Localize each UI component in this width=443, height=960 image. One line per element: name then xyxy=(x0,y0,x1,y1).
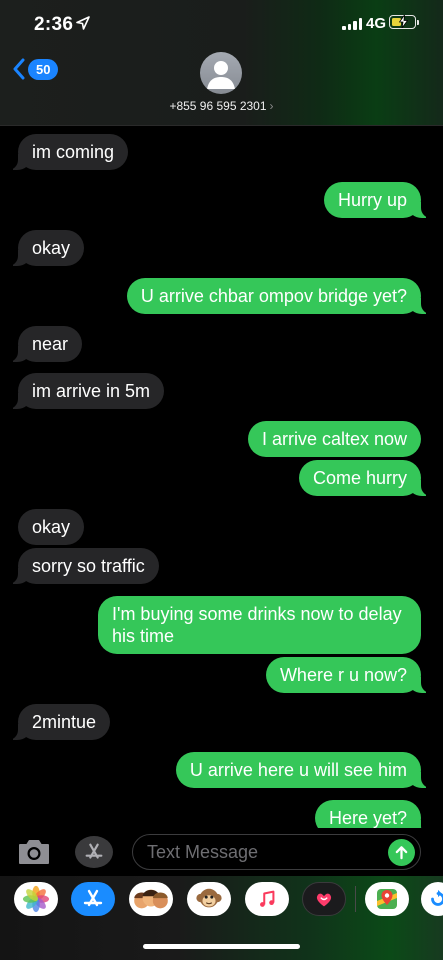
person-icon xyxy=(207,61,235,89)
location-arrow-icon xyxy=(76,16,90,30)
sent-message[interactable]: U arrive here u will see him xyxy=(175,752,432,788)
drawer-divider xyxy=(355,886,356,912)
received-message[interactable]: im arrive in 5m xyxy=(7,373,165,409)
app-store-icon xyxy=(83,889,103,907)
composer-bar xyxy=(0,828,443,876)
back-button[interactable]: 50 xyxy=(12,58,59,80)
camera-icon[interactable] xyxy=(17,838,51,866)
conversation-header: 2:36 4G 50 +855 96 595 2301 › xyxy=(0,0,443,126)
sent-message[interactable]: Where r u now? xyxy=(265,657,432,693)
monkey-animoji-icon xyxy=(196,888,222,908)
unread-count-badge: 50 xyxy=(28,58,59,80)
contact-name-button[interactable]: +855 96 595 2301 › xyxy=(0,99,443,113)
received-message[interactable]: im coming xyxy=(7,134,129,170)
sent-message[interactable]: Here yet? xyxy=(314,800,432,828)
sent-message[interactable]: Come hurry xyxy=(298,460,432,496)
music-icon xyxy=(260,890,275,907)
chevron-right-icon: › xyxy=(269,99,274,113)
message-input[interactable] xyxy=(147,835,377,869)
digital-touch-app-button[interactable] xyxy=(302,882,346,916)
status-time: 2:36 xyxy=(34,14,74,35)
battery-charging-icon xyxy=(389,15,419,29)
sent-message[interactable]: U arrive chbar ompov bridge yet? xyxy=(126,278,432,314)
received-message[interactable]: 2mintue xyxy=(7,704,111,740)
cellular-signal-icon xyxy=(342,17,362,30)
photos-icon xyxy=(22,885,50,913)
partial-app-button[interactable] xyxy=(421,882,443,916)
digital-touch-icon xyxy=(316,893,332,907)
memoji-icon xyxy=(134,889,168,909)
message-thread[interactable]: im coming Hurry up okay U arrive chbar o… xyxy=(0,126,443,828)
contact-avatar[interactable] xyxy=(200,52,242,94)
arrow-up-icon xyxy=(395,846,408,860)
photos-app-button[interactable] xyxy=(14,882,58,916)
message-field[interactable] xyxy=(132,834,421,870)
app-drawer xyxy=(0,876,443,960)
sent-message[interactable]: I'm buying some drinks now to delay his … xyxy=(98,596,421,654)
received-message[interactable]: okay xyxy=(7,230,85,266)
received-message[interactable]: sorry so traffic xyxy=(8,548,159,584)
sent-message[interactable]: Hurry up xyxy=(323,182,432,218)
app-store-button[interactable] xyxy=(75,836,113,868)
received-message[interactable]: near xyxy=(7,326,83,362)
app-store-a-icon xyxy=(85,843,103,859)
contact-number: +855 96 595 2301 xyxy=(169,99,267,113)
app-store-app-button[interactable] xyxy=(71,882,115,916)
memoji-app-button[interactable] xyxy=(129,882,173,916)
home-indicator[interactable] xyxy=(143,944,300,949)
music-app-button[interactable] xyxy=(245,882,289,916)
network-type: 4G xyxy=(366,15,387,32)
received-message[interactable]: okay xyxy=(18,509,85,545)
google-maps-app-button[interactable] xyxy=(365,882,409,916)
send-button[interactable] xyxy=(388,839,415,866)
google-maps-icon xyxy=(377,889,397,909)
animoji-app-button[interactable] xyxy=(187,882,231,916)
partial-app-icon xyxy=(431,889,443,906)
chevron-left-icon xyxy=(13,58,25,80)
sent-message[interactable]: I arrive caltex now xyxy=(247,421,421,457)
